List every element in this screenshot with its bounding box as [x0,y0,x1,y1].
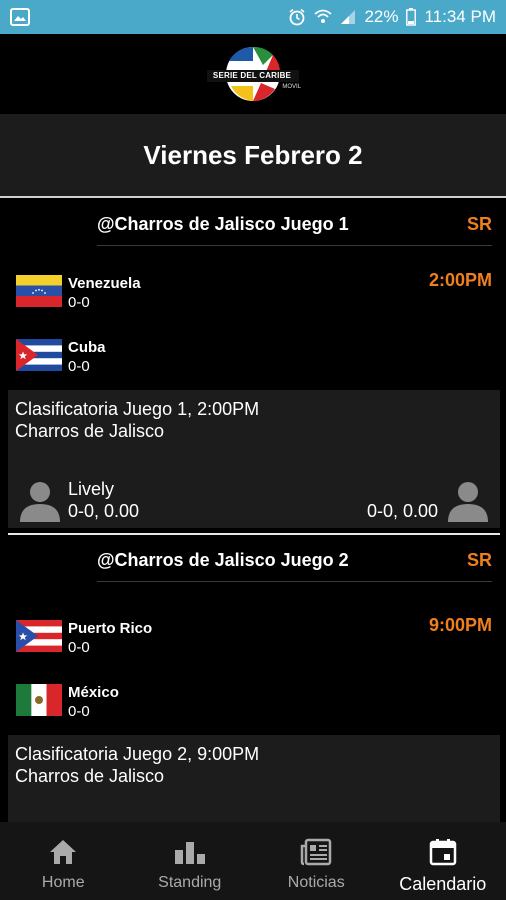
game-title: @Charros de Jalisco Juego 2 [97,550,349,570]
team-record: 0-0 [68,703,90,720]
battery-icon [406,8,417,26]
clock: 11:34 PM [424,7,496,26]
bottom-navigation: Home Standing Noticias Calendario [0,822,506,900]
game-card[interactable]: @Charros de Jalisco Juego 1 SR Venezuela… [0,200,506,536]
venue-name: Charros de Jalisco [15,766,165,786]
team-name: México [68,684,119,701]
game-header: @Charros de Jalisco Juego 1 SR [0,200,506,246]
game-info-panel[interactable]: Clasificatoria Juego 1, 2:00PM Charros d… [8,390,500,528]
nav-label: Standing [158,874,222,891]
nav-label: Noticias [287,874,345,891]
nav-noticias[interactable]: Noticias [253,822,380,900]
nav-label: Calendario [399,874,487,894]
game-time: 9:00PM [428,615,492,635]
signal-icon [340,9,356,25]
game-separator [8,533,500,535]
home-icon [48,836,78,868]
alarm-icon [288,8,306,26]
date-title: Viernes Febrero 2 [143,139,363,170]
logo-text: SERIE DEL CARIBE [212,71,292,80]
wifi-icon [314,9,333,25]
venezuela-flag-icon [16,275,62,307]
puerto-rico-flag-icon [16,620,62,652]
venue-name: Charros de Jalisco [15,421,165,441]
team-name: Puerto Rico [68,620,153,637]
nav-home[interactable]: Home [0,822,127,900]
team-row[interactable]: Cuba 0-0 [16,339,106,377]
calendar-icon [429,836,457,868]
avatar-icon [18,478,62,522]
divider [97,245,492,246]
team-record: 0-0 [68,358,90,375]
team-name: Cuba [68,339,106,356]
serie-del-caribe-logo: SERIE DEL CARIBE MOVIL [203,41,303,107]
team-name: Venezuela [68,275,141,292]
nav-label: Home [41,874,85,891]
app-header: SERIE DEL CARIBE MOVIL [0,34,506,114]
gallery-notification-icon [10,8,30,26]
pitcher-name: Lively [68,479,115,499]
battery-percent: 22% [364,7,399,26]
team-row[interactable]: Venezuela 0-0 [16,275,141,313]
pitcher-stats: 0-0, 0.00 [366,501,438,521]
logo-subtext: MOVIL [282,84,301,90]
game-status: SR [466,550,492,570]
team-record: 0-0 [68,639,90,656]
cuba-flag-icon [16,339,62,371]
team-row[interactable]: Puerto Rico 0-0 [16,620,152,658]
game-info-line: Clasificatoria Juego 2, 9:00PM [15,744,260,764]
divider [97,581,492,582]
standing-icon [174,836,206,868]
team-record: 0-0 [68,294,90,311]
pitcher-stats: 0-0, 0.00 [68,501,140,521]
game-status: SR [466,214,492,234]
mexico-flag-icon [16,684,62,716]
game-card[interactable]: @Charros de Jalisco Juego 2 SR Puerto Ri… [0,536,506,822]
status-bar: 22% 11:34 PM [0,0,506,34]
game-info-line: Clasificatoria Juego 1, 2:00PM [15,399,260,419]
nav-standing[interactable]: Standing [127,822,254,900]
nav-calendario[interactable]: Calendario [380,822,506,900]
game-time: 2:00PM [428,270,492,290]
game-title: @Charros de Jalisco Juego 1 [97,214,349,234]
news-icon [300,836,332,868]
pitcher-left: Lively 0-0, 0.00 [18,478,139,522]
avatar-icon [446,478,490,522]
team-row[interactable]: México 0-0 [16,684,119,722]
games-list[interactable]: @Charros de Jalisco Juego 1 SR Venezuela… [0,200,506,822]
date-header: Viernes Febrero 2 [0,114,506,198]
game-info-panel[interactable]: Clasificatoria Juego 2, 9:00PM Charros d… [8,735,500,822]
game-header: @Charros de Jalisco Juego 2 SR [0,536,506,582]
pitcher-right: 0-0, 0.00 [367,478,490,522]
